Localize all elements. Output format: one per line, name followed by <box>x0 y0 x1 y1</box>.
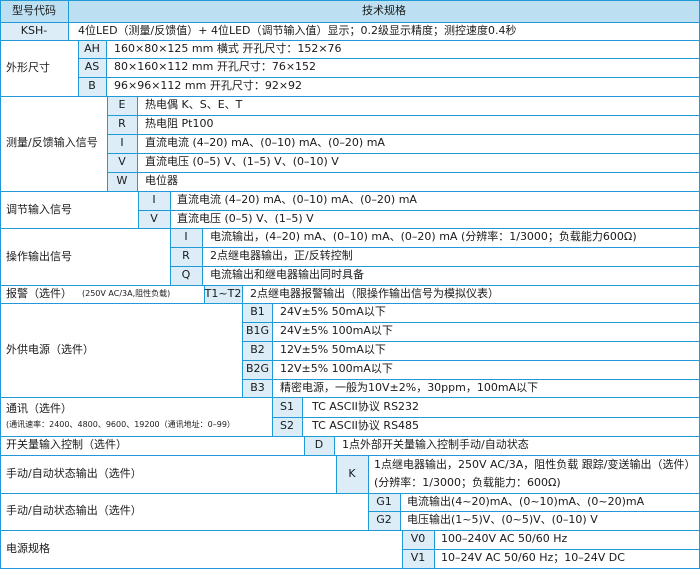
size-desc: 80×160×112 mm 开孔尺寸：76×152 <box>114 60 317 73</box>
power-label: 电源规格 <box>6 542 50 555</box>
power-out-code: B2 <box>250 343 265 356</box>
grid-line <box>302 397 303 436</box>
grid-line <box>0 530 700 531</box>
measure-desc: 热电偶 K、S、E、T <box>145 98 243 111</box>
size-code: B <box>88 79 96 92</box>
alarm-label: 报警（选件） <box>6 287 72 300</box>
comm-code: S1 <box>280 400 294 413</box>
output-code: I <box>184 230 188 243</box>
grid-line <box>400 493 401 530</box>
size-desc: 96×96×112 mm 开孔尺寸：92×92 <box>114 79 303 92</box>
measure-code: I <box>120 136 124 149</box>
power-out-desc: 精密电源，一般为10V±2%，30ppm，100mA以下 <box>280 381 539 394</box>
switch-in-label: 开关量输入控制（选件） <box>6 438 127 451</box>
size-desc: 160×80×125 mm 横式 开孔尺寸：152×76 <box>114 42 342 55</box>
output-desc: 电流输出，(4–20) mA、(0–10) mA、(0–20) mA (分辨率：… <box>210 230 637 243</box>
size-code: AH <box>84 42 100 55</box>
output-label: 操作输出信号 <box>6 250 72 263</box>
comm-desc: TC ASCII协议 RS232 <box>312 400 420 413</box>
grid-line <box>202 228 203 285</box>
grid-line <box>106 40 107 96</box>
size-label: 外形尺寸 <box>6 61 50 74</box>
grid-line <box>137 96 138 191</box>
power-out-code: B2G <box>245 362 270 375</box>
power-out-code: B3 <box>250 381 265 394</box>
model-code: KSH- <box>20 24 48 37</box>
power-out-desc: 24V±5% 50mA以下 <box>280 305 386 318</box>
switch-in-code: D <box>314 438 324 451</box>
regulate-code: I <box>152 193 156 206</box>
measure-desc: 直流电流 (4–20) mA、(0–10) mA、(0–20) mA <box>145 136 385 149</box>
manual1-label: 手动/自动状态输出（选件） <box>6 467 142 480</box>
header-code-column: 型号代码 <box>12 4 56 17</box>
measure-desc: 热电阻 Pt100 <box>145 117 214 130</box>
regulate-label: 调节输入信号 <box>6 203 72 216</box>
measure-desc: 直流电压 (0–5) V、(1–5) V、(0–10) V <box>145 155 339 168</box>
comm-code: S2 <box>280 419 294 432</box>
power-code: V1 <box>410 551 426 564</box>
measure-code: R <box>118 117 126 130</box>
comm-note: (通讯速率：2400、4800、9600、19200（通讯地址：0–99） <box>6 420 235 429</box>
output-code: R <box>182 249 190 262</box>
power-desc: 10–24V AC 50/60 Hz；10–24V DC <box>441 551 625 564</box>
header-spec-column: 技术规格 <box>362 4 406 17</box>
alarm-code: T1~T2 <box>204 287 242 300</box>
grid-line <box>0 0 1 569</box>
power-out-desc: 24V±5% 100mA以下 <box>280 324 393 337</box>
manual1-code: K <box>348 467 356 480</box>
switch-in-desc: 1点外部开关量输入控制手动/自动状态 <box>342 438 529 451</box>
manual2-desc: 电流输出(4~20)mA、(0~10)mA、(0~20)mA <box>407 495 645 508</box>
power-desc: 100–240V AC 50/60 Hz <box>441 532 568 545</box>
size-code: AS <box>84 60 100 73</box>
power-out-code: B1 <box>250 305 265 318</box>
model-desc: 4位LED（测量/反馈值）+ 4位LED（调节输入值）显示；0.2级显示精度；测… <box>78 24 517 37</box>
alarm-note: (250V AC/3A,阻性负载) <box>82 289 171 298</box>
measure-label: 测量/反馈输入信号 <box>6 136 98 149</box>
regulate-desc: 直流电流 (4–20) mA、(0–10) mA、(0–20) mA <box>177 193 417 206</box>
comm-desc: TC ASCII协议 RS485 <box>312 419 420 432</box>
grid-line <box>0 0 700 1</box>
power-out-desc: 12V±5% 100mA以下 <box>280 362 393 375</box>
output-desc: 2点继电器输出，正/反转控制 <box>210 249 353 262</box>
manual2-label: 手动/自动状态输出（选件） <box>6 504 142 517</box>
manual2-code: G1 <box>376 495 392 508</box>
power-code: V0 <box>410 532 426 545</box>
grid-line <box>0 96 700 97</box>
power-out-desc: 12V±5% 50mA以下 <box>280 343 386 356</box>
output-desc: 电流输出和继电器输出同时具备 <box>210 268 364 281</box>
output-code: Q <box>181 268 191 281</box>
power-out-code: B1G <box>245 324 270 337</box>
measure-code: E <box>118 98 126 111</box>
grid-line <box>107 172 700 173</box>
spec-table: 型号代码 技术规格 KSH- 4位LED（测量/反馈值）+ 4位LED（调节输入… <box>0 0 700 569</box>
manual2-desc: 电压输出(1~5)V、(0~5)V、(0–10) V <box>407 513 598 526</box>
grid-line <box>434 530 435 568</box>
regulate-desc: 直流电压 (0–5) V、(1–5) V <box>177 212 314 225</box>
power-out-label: 外供电源（选件） <box>6 343 94 356</box>
manual2-code: G2 <box>376 513 392 526</box>
measure-code: V <box>118 155 126 168</box>
manual1-desc: 1点继电器输出，250V AC/3A，阻性负载 跟踪/变送输出（选件） <box>374 458 696 471</box>
grid-line <box>334 436 335 455</box>
measure-desc: 电位器 <box>145 174 178 187</box>
alarm-desc: 2点继电器报警输出（限操作输出信号为模拟仪表） <box>250 287 499 300</box>
manual1-desc: (分辨率：1/3000；负载能力：600Ω) <box>374 476 561 489</box>
measure-code: W <box>116 174 128 187</box>
regulate-code: V <box>150 212 158 225</box>
